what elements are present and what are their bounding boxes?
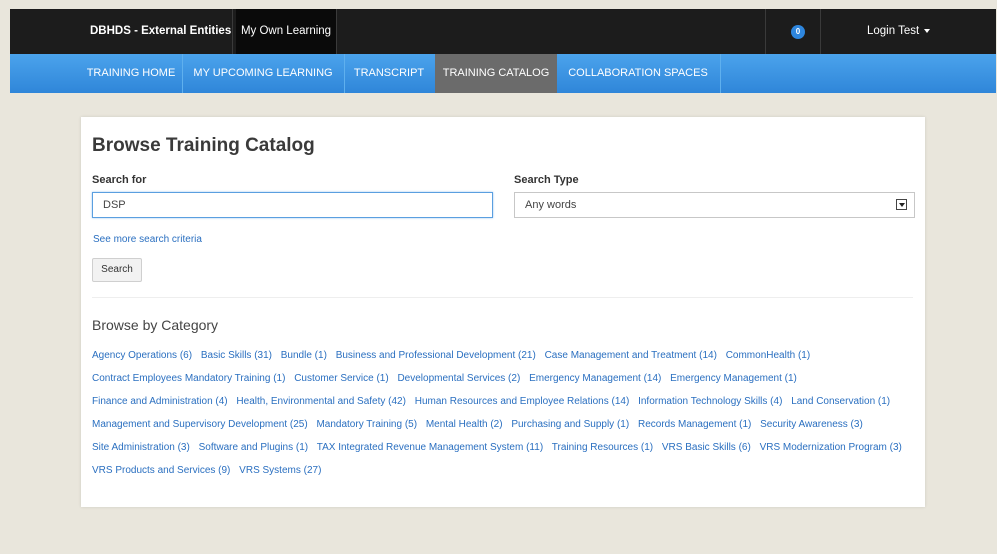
category-link[interactable]: VRS Modernization Program (3) (760, 442, 902, 453)
notification-badge[interactable]: 0 (791, 25, 805, 39)
nav-divider (720, 54, 721, 93)
nav-transcript[interactable]: TRANSCRIPT (346, 54, 432, 93)
category-link[interactable]: Training Resources (1) (552, 442, 653, 453)
nav-divider (344, 54, 345, 93)
category-link[interactable]: Information Technology Skills (4) (638, 396, 782, 407)
search-button[interactable]: Search (92, 258, 142, 282)
category-link[interactable]: Agency Operations (6) (92, 350, 192, 361)
nav-training-home[interactable]: TRAINING HOME (82, 54, 180, 93)
category-link[interactable]: Customer Service (1) (294, 373, 388, 384)
category-link[interactable]: Emergency Management (14) (529, 373, 661, 384)
category-link[interactable]: Contract Employees Mandatory Training (1… (92, 373, 285, 384)
nav-training-catalog[interactable]: TRAINING CATALOG (435, 54, 557, 93)
category-link[interactable]: Bundle (1) (281, 350, 327, 361)
category-link[interactable]: Human Resources and Employee Relations (… (415, 396, 630, 407)
category-link[interactable]: Developmental Services (2) (397, 373, 520, 384)
category-link[interactable]: Software and Plugins (1) (199, 442, 309, 453)
my-own-learning-tab[interactable]: My Own Learning (236, 9, 336, 54)
user-menu-label: Login Test (867, 25, 920, 37)
browse-by-category-heading: Browse by Category (92, 317, 219, 333)
more-search-criteria-link[interactable]: See more search criteria (93, 234, 202, 245)
catalog-panel: Browse Training Catalog Search for Searc… (81, 117, 925, 507)
topbar-divider (820, 9, 821, 54)
category-link[interactable]: TAX Integrated Revenue Management System… (317, 442, 543, 453)
category-link[interactable]: Case Management and Treatment (14) (545, 350, 717, 361)
category-link[interactable]: Mandatory Training (5) (316, 419, 417, 430)
category-link[interactable]: Mental Health (2) (426, 419, 503, 430)
search-type-value: Any words (525, 199, 577, 211)
page-title: Browse Training Catalog (92, 135, 315, 156)
category-link[interactable]: Finance and Administration (4) (92, 396, 228, 407)
category-link[interactable]: Site Administration (3) (92, 442, 190, 453)
topbar-divider (336, 9, 337, 54)
search-for-label: Search for (92, 174, 147, 186)
main-nav: TRAINING HOME MY UPCOMING LEARNING TRANS… (10, 54, 996, 93)
category-link[interactable]: VRS Systems (27) (239, 465, 321, 476)
category-link[interactable]: Management and Supervisory Development (… (92, 419, 308, 430)
category-link[interactable]: Purchasing and Supply (1) (511, 419, 629, 430)
category-list: Agency Operations (6) Basic Skills (31) … (92, 344, 917, 482)
section-divider (92, 297, 913, 298)
category-link[interactable]: Land Conservation (1) (791, 396, 890, 407)
category-link[interactable]: VRS Products and Services (9) (92, 465, 230, 476)
category-link[interactable]: CommonHealth (1) (726, 350, 810, 361)
category-link[interactable]: Security Awareness (3) (760, 419, 863, 430)
search-type-label: Search Type (514, 174, 579, 186)
category-link[interactable]: VRS Basic Skills (6) (662, 442, 751, 453)
nav-my-upcoming-learning[interactable]: MY UPCOMING LEARNING (184, 54, 342, 93)
search-input[interactable] (92, 192, 493, 218)
caret-down-icon (924, 28, 931, 33)
dropdown-arrow-icon (896, 199, 907, 210)
topbar-divider (232, 9, 233, 54)
nav-divider (182, 54, 183, 93)
search-type-select[interactable]: Any words (514, 192, 915, 218)
category-link[interactable]: Health, Environmental and Safety (42) (236, 396, 406, 407)
category-link[interactable]: Basic Skills (31) (201, 350, 272, 361)
topbar-divider (765, 9, 766, 54)
category-link[interactable]: Emergency Management (1) (670, 373, 797, 384)
top-bar: DBHDS - External Entities My Own Learnin… (10, 9, 996, 54)
user-menu[interactable]: Login Test (867, 9, 931, 54)
category-link[interactable]: Business and Professional Development (2… (336, 350, 536, 361)
site-brand[interactable]: DBHDS - External Entities (80, 9, 241, 54)
category-link[interactable]: Records Management (1) (638, 419, 751, 430)
nav-collaboration-spaces[interactable]: COLLABORATION SPACES (558, 54, 718, 93)
